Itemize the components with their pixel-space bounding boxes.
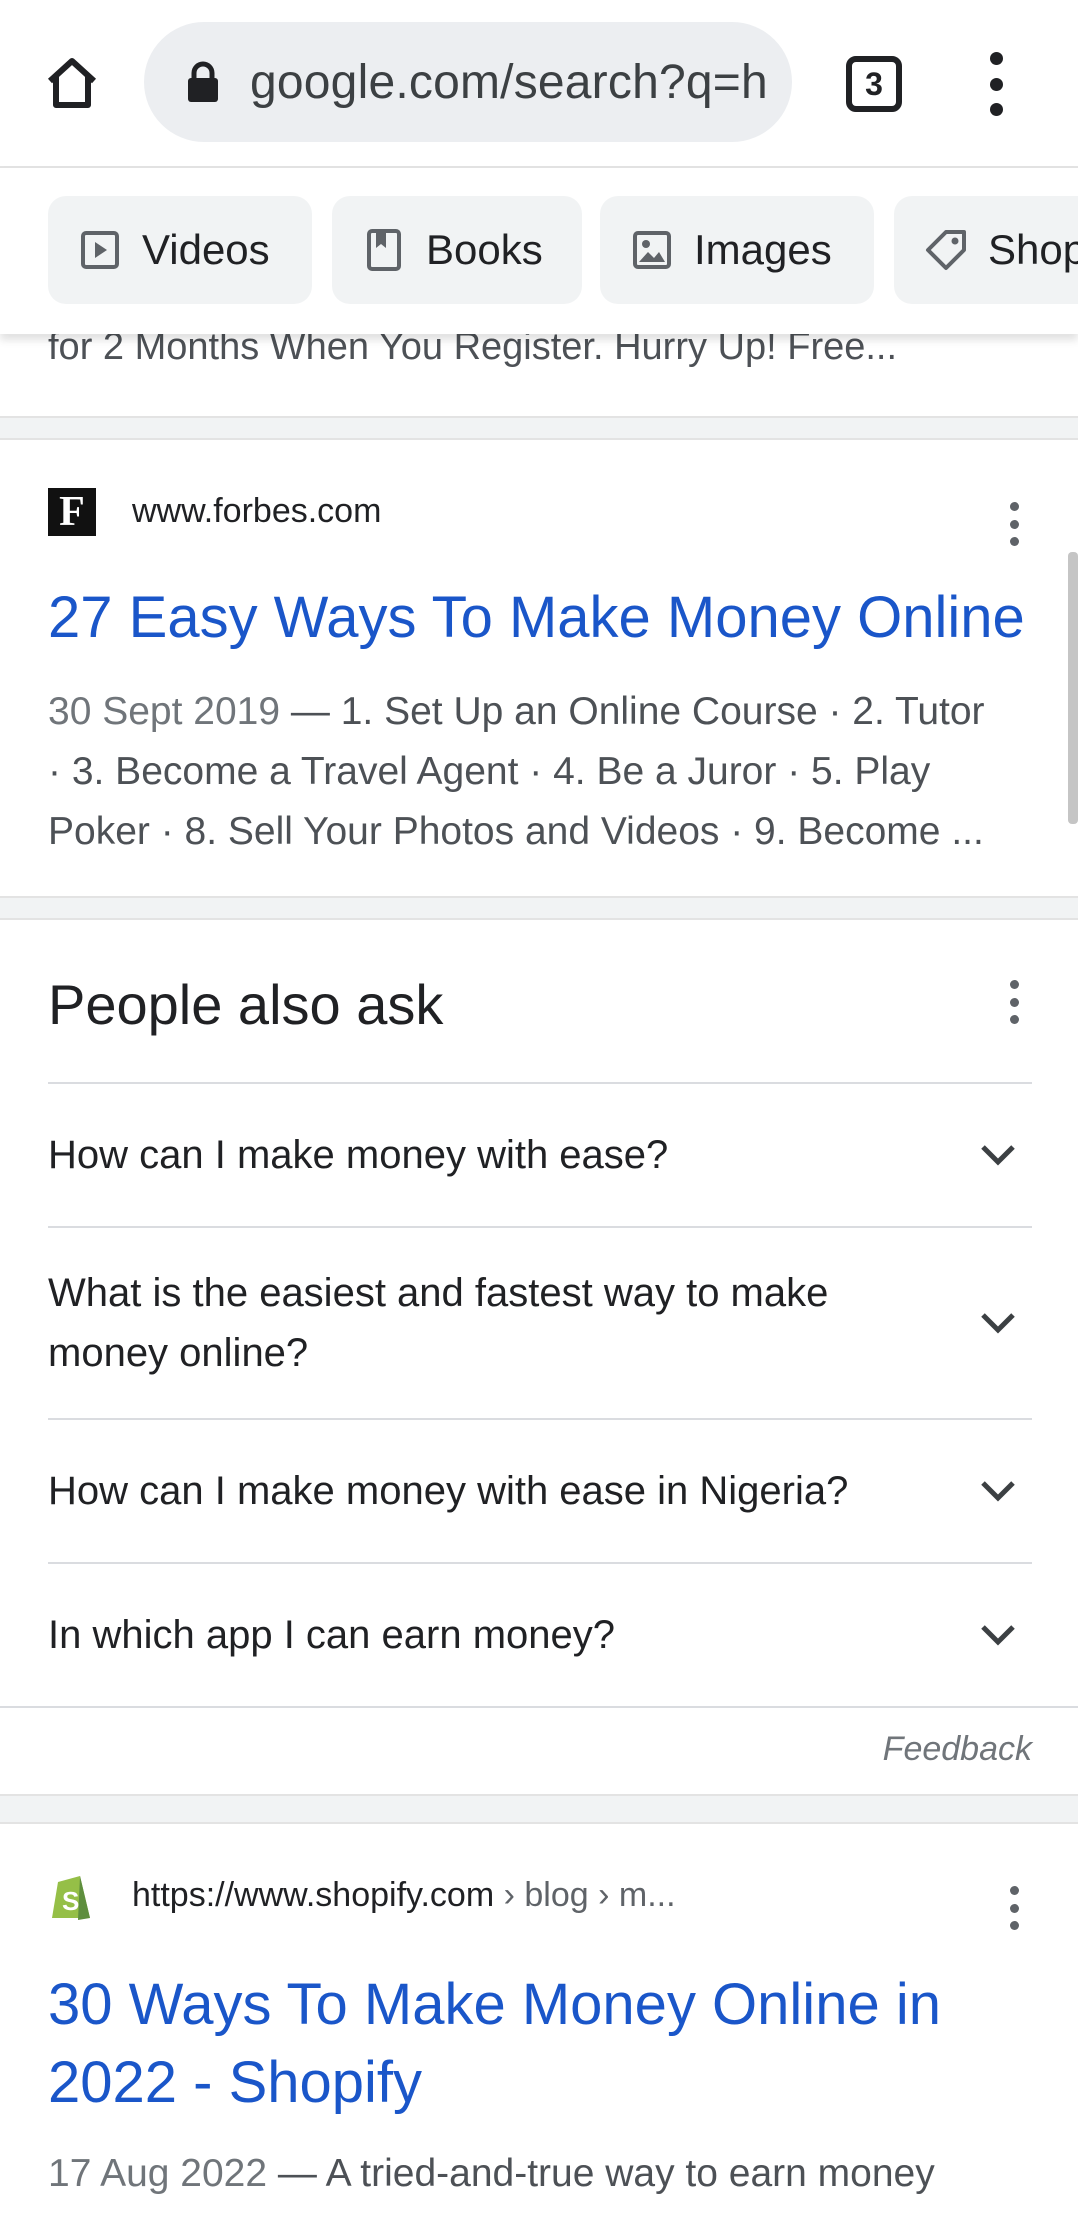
result-snippet: 17 Aug 2022 — A tried-and-true way to ea…: [48, 2144, 1038, 2204]
title-line: 30 Ways To Make Money Online in: [48, 1972, 941, 2037]
play-icon: [78, 228, 122, 272]
url-text: google.com/search?q=h: [250, 55, 768, 109]
chip-label: Shop: [988, 226, 1078, 273]
chevron-down-icon: [978, 1303, 1018, 1343]
chip-label: Videos: [142, 226, 270, 273]
result-date: 30 Sept 2019: [48, 690, 281, 733]
snippet-text: — A tried-and-true way to earn money: [267, 2152, 935, 2195]
home-icon: [47, 58, 97, 108]
tag-icon: [924, 228, 968, 272]
chip-images[interactable]: Images: [600, 196, 874, 304]
address-bar[interactable]: google.com/search?q=h: [144, 22, 792, 142]
lock-icon: [184, 60, 222, 104]
svg-text:S: S: [62, 1886, 79, 1916]
more-vert-icon[interactable]: [1004, 1886, 1024, 1930]
result-site-url[interactable]: https://www.shopify.com › blog › m...: [132, 1876, 676, 1915]
more-vert-icon[interactable]: [976, 52, 1016, 116]
paa-divider: [0, 1706, 1078, 1708]
home-button[interactable]: [36, 50, 108, 116]
people-also-ask-heading: People also ask: [48, 973, 444, 1036]
chip-label: Books: [426, 226, 543, 273]
title-line: 2022 - Shopify: [48, 2050, 423, 2115]
snippet-text: Poker · 8. Sell Your Photos and Videos ·…: [48, 810, 984, 853]
image-icon: [630, 228, 674, 272]
chip-label: Images: [694, 226, 832, 273]
snippet-text: — 1. Set Up an Online Course · 2. Tutor: [280, 690, 985, 733]
site-breadcrumb: › blog › m...: [494, 1876, 676, 1914]
paa-question[interactable]: How can I make money with ease?: [48, 1082, 1032, 1226]
paa-question[interactable]: What is the easiest and fastest way to m…: [48, 1226, 1032, 1418]
result-site-url[interactable]: www.forbes.com: [132, 492, 381, 531]
page-scrollbar[interactable]: [1068, 552, 1078, 824]
shopify-favicon: S: [48, 1872, 96, 1920]
snippet-text: · 3. Become a Travel Agent · 4. Be a Jur…: [48, 750, 931, 793]
result-title-link[interactable]: 27 Easy Ways To Make Money Online: [48, 584, 1025, 651]
more-vert-icon[interactable]: [1004, 980, 1024, 1024]
paa-question-text: In which app I can earn money?: [48, 1613, 616, 1657]
paa-question-text: What is the easiest and fastest way to m…: [48, 1271, 829, 1375]
chip-videos[interactable]: Videos: [48, 196, 312, 304]
browser-toolbar: google.com/search?q=h 3: [0, 0, 1078, 168]
paa-question-text: How can I make money with ease in Nigeri…: [48, 1469, 849, 1513]
paa-question[interactable]: How can I make money with ease in Nigeri…: [48, 1418, 1032, 1562]
result-title-link[interactable]: 30 Ways To Make Money Online in 2022 - S…: [48, 1966, 941, 2122]
search-filter-chips: Videos Books Images Shop: [0, 168, 1078, 334]
result-divider: [0, 416, 1078, 440]
forbes-favicon: F: [48, 488, 96, 536]
feedback-link[interactable]: Feedback: [883, 1730, 1032, 1769]
tab-switcher-button[interactable]: 3: [846, 56, 902, 112]
chevron-down-icon: [978, 1615, 1018, 1655]
chip-shop[interactable]: Shop: [894, 196, 1078, 304]
book-icon: [362, 228, 406, 272]
result-snippet: 30 Sept 2019 — 1. Set Up an Online Cours…: [48, 682, 1038, 862]
site-domain: https://www.shopify.com: [132, 1876, 495, 1914]
result-divider: [0, 896, 1078, 920]
chevron-down-icon: [978, 1471, 1018, 1511]
result-date: 17 Aug 2022: [48, 2152, 268, 2195]
chevron-down-icon: [978, 1135, 1018, 1175]
more-vert-icon[interactable]: [1004, 502, 1024, 546]
paa-question[interactable]: In which app I can earn money?: [48, 1562, 1032, 1706]
paa-question-text: How can I make money with ease?: [48, 1133, 669, 1177]
result-divider: [0, 1794, 1078, 1824]
chip-books[interactable]: Books: [332, 196, 582, 304]
